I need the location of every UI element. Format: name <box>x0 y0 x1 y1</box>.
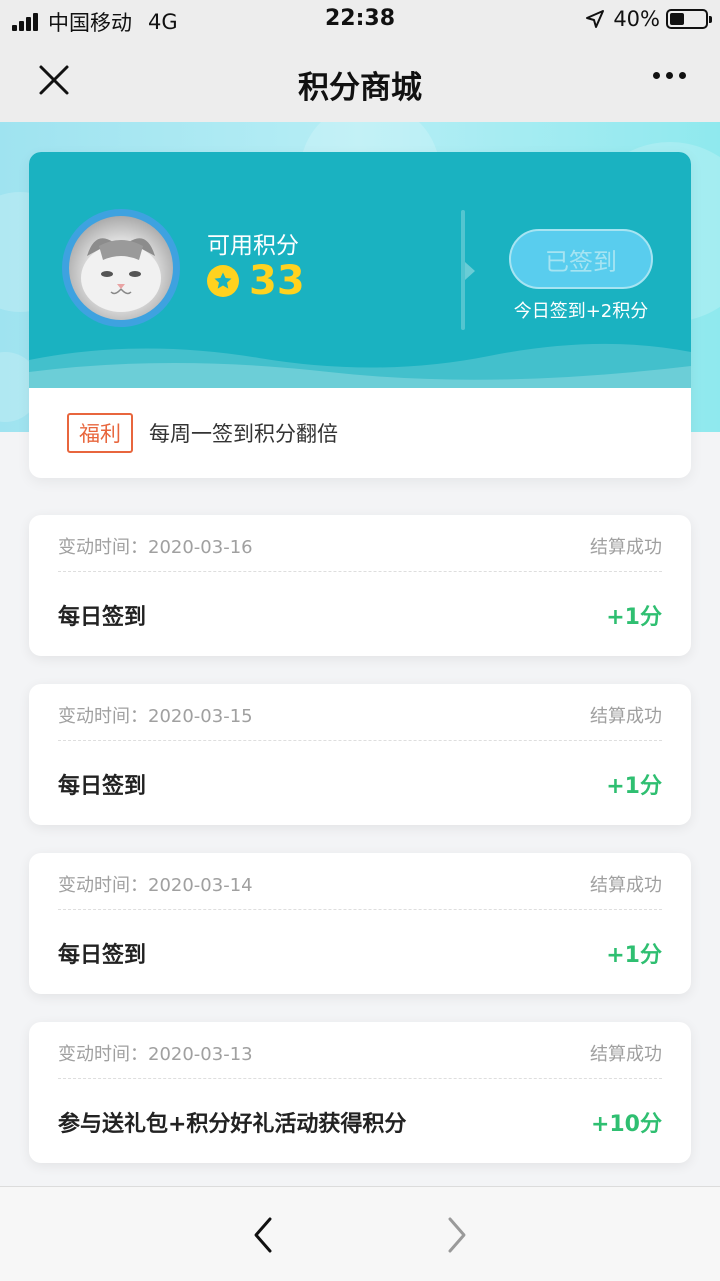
record-points: +1分 <box>606 605 662 630</box>
wave-decoration <box>29 343 691 388</box>
record-title: 每日签到 <box>58 774 147 799</box>
star-coin-icon <box>207 265 239 297</box>
record-status: 结算成功 <box>590 706 662 727</box>
record-card[interactable]: 变动时间：2020-03-16 结算成功 每日签到 +1分 <box>29 515 691 656</box>
points-value-row: 33 <box>207 258 305 304</box>
avatar[interactable] <box>62 209 180 327</box>
record-card[interactable]: 变动时间：2020-03-15 结算成功 每日签到 +1分 <box>29 684 691 825</box>
record-points: +1分 <box>606 774 662 799</box>
record-title: 每日签到 <box>58 605 147 630</box>
record-separator <box>58 571 662 572</box>
status-right: 40% <box>585 7 712 31</box>
welfare-tag: 福利 <box>67 413 133 453</box>
record-card[interactable]: 变动时间：2020-03-14 结算成功 每日签到 +1分 <box>29 853 691 994</box>
points-card-header: 可用积分 33 已签到 今日签到+2积分 <box>29 152 691 388</box>
avatar-image <box>69 216 173 320</box>
available-points-label: 可用积分 <box>207 233 299 259</box>
status-bar: 中国移动 4G 22:38 40% <box>0 0 720 40</box>
chevron-right-icon[interactable] <box>440 1215 474 1255</box>
battery-icon <box>666 9 712 29</box>
divider-arrow-icon <box>465 262 475 280</box>
page-title: 积分商城 <box>298 70 422 106</box>
record-status: 结算成功 <box>590 537 662 558</box>
more-icon[interactable] <box>647 72 686 79</box>
record-separator <box>58 909 662 910</box>
sign-in-hint: 今日签到+2积分 <box>513 301 649 322</box>
record-status: 结算成功 <box>590 875 662 896</box>
signed-in-button[interactable]: 已签到 <box>509 229 653 289</box>
record-time: 变动时间：2020-03-14 <box>58 875 253 896</box>
record-title: 参与送礼包+积分好礼活动获得积分 <box>58 1112 407 1137</box>
record-card[interactable]: 变动时间：2020-03-13 结算成功 参与送礼包+积分好礼活动获得积分 +1… <box>29 1022 691 1163</box>
record-separator <box>58 1078 662 1079</box>
record-points: +1分 <box>606 943 662 968</box>
location-arrow-icon <box>586 10 605 28</box>
browser-toolbar <box>0 1186 720 1281</box>
record-time: 变动时间：2020-03-16 <box>58 537 253 558</box>
record-status: 结算成功 <box>590 1044 662 1065</box>
chevron-left-icon[interactable] <box>246 1215 280 1255</box>
record-time: 变动时间：2020-03-15 <box>58 706 253 727</box>
record-time: 变动时间：2020-03-13 <box>58 1044 253 1065</box>
points-value: 33 <box>249 258 305 304</box>
battery-percent: 40% <box>613 7 660 31</box>
nav-bar: 积分商城 <box>0 40 720 122</box>
points-card: 可用积分 33 已签到 今日签到+2积分 福利 每周一签到积分翻倍 <box>29 152 691 478</box>
welfare-text: 每周一签到积分翻倍 <box>149 422 338 446</box>
record-title: 每日签到 <box>58 943 147 968</box>
record-points: +10分 <box>590 1112 662 1137</box>
welfare-row[interactable]: 福利 每周一签到积分翻倍 <box>29 388 691 478</box>
record-separator <box>58 740 662 741</box>
